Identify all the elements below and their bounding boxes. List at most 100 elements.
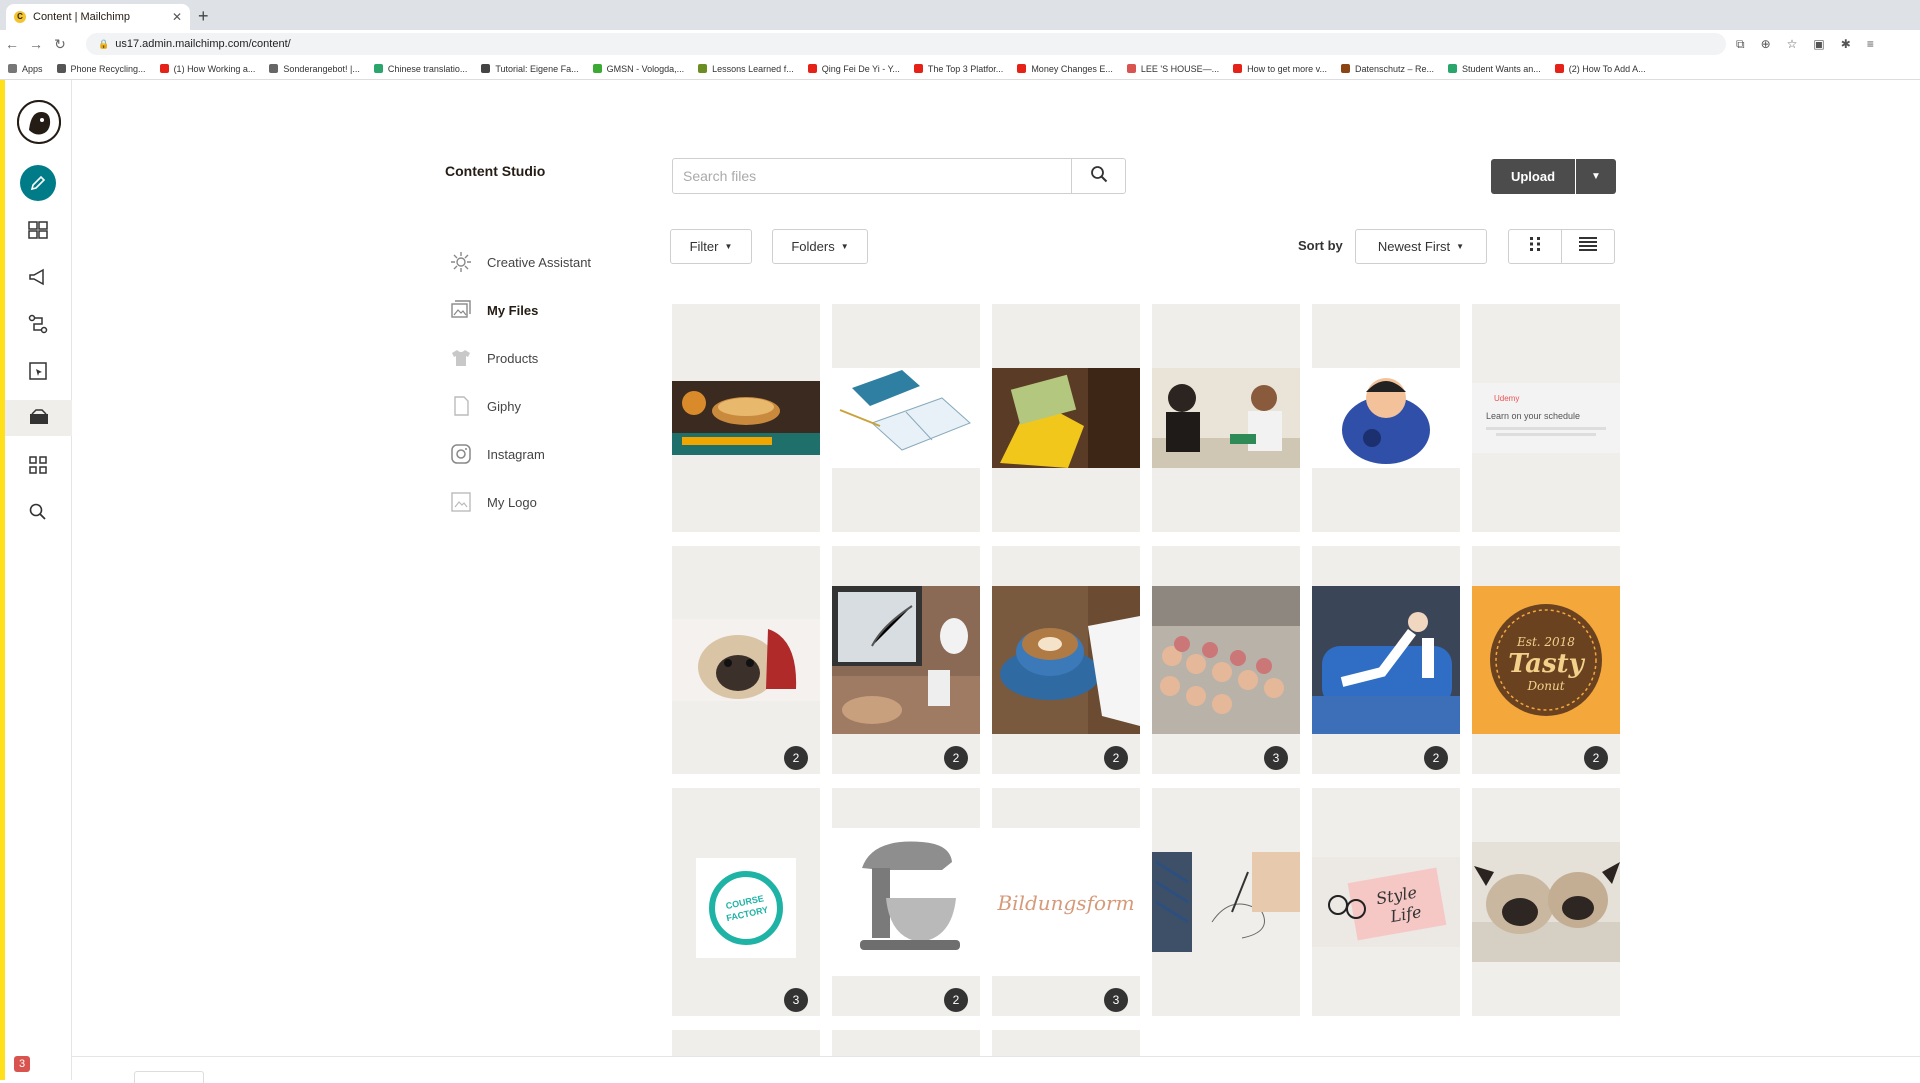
subnav-instagram[interactable]: Instagram: [450, 430, 591, 478]
bookmark-item[interactable]: Qing Fei De Yi - Y...: [807, 64, 900, 74]
extension-icon[interactable]: ▣: [1813, 37, 1824, 52]
file-tile-donuts[interactable]: 3: [1152, 546, 1300, 774]
search-files-input[interactable]: [673, 159, 1071, 193]
grid-view-button[interactable]: [1508, 229, 1562, 264]
integrations-grid-icon[interactable]: [20, 447, 56, 483]
subnav-creative-assistant[interactable]: Creative Assistant: [450, 238, 591, 286]
translate-icon[interactable]: ⧉: [1736, 37, 1745, 52]
thumbnail-image: [1152, 368, 1300, 468]
file-tile-mixer[interactable]: 2: [832, 788, 980, 1016]
sort-dropdown[interactable]: Newest First ▼: [1355, 229, 1487, 264]
content-studio-icon[interactable]: [5, 400, 72, 436]
subnav-products[interactable]: Products: [450, 334, 591, 382]
bookmark-item[interactable]: Money Changes E...: [1017, 64, 1113, 74]
file-tile-tasty[interactable]: Est. 2018 Tasty Donut 2: [1472, 546, 1620, 774]
bookmark-item[interactable]: Tutorial: Eigene Fa...: [481, 64, 579, 74]
create-pencil-button[interactable]: [20, 165, 56, 201]
menu-icon[interactable]: ≡: [1867, 37, 1874, 52]
automations-icon[interactable]: [20, 306, 56, 342]
reload-icon[interactable]: ↻: [48, 36, 72, 53]
svg-text:Learn on your schedule: Learn on your schedule: [1486, 411, 1580, 421]
campaigns-megaphone-icon[interactable]: [20, 259, 56, 295]
file-tile-pug[interactable]: 2: [672, 546, 820, 774]
file-tile-sofa[interactable]: 2: [1312, 546, 1460, 774]
file-tile-pie[interactable]: [672, 304, 820, 532]
bookmark-item[interactable]: (1) How Working a...: [159, 64, 255, 74]
bookmark-label: Sonderangebot! |...: [283, 63, 360, 74]
thumbnail-image: [832, 586, 980, 734]
bookmark-item[interactable]: Student Wants an...: [1448, 64, 1541, 74]
filter-dropdown[interactable]: Filter ▼: [670, 229, 752, 264]
thumbnail-image: [1152, 586, 1300, 734]
search-icon[interactable]: [20, 494, 56, 530]
bookmark-label: Lessons Learned f...: [712, 63, 794, 74]
version-count-badge: 3: [1104, 988, 1128, 1012]
mailchimp-favicon-icon: C: [14, 11, 26, 23]
folders-dropdown[interactable]: Folders ▼: [772, 229, 868, 264]
close-tab-icon[interactable]: ✕: [172, 10, 182, 24]
tab-title: Content | Mailchimp: [33, 11, 131, 23]
subnav-my-files[interactable]: My Files: [450, 286, 591, 334]
file-tile-notebook[interactable]: [832, 304, 980, 532]
search-files-box: [672, 158, 1126, 194]
audience-icon[interactable]: [20, 212, 56, 248]
file-tile-wallet[interactable]: [992, 304, 1140, 532]
file-tile-meeting[interactable]: [1152, 304, 1300, 532]
bookmark-star-icon[interactable]: ☆: [1787, 37, 1798, 52]
bottom-bar: [72, 1056, 1920, 1083]
website-icon[interactable]: [20, 353, 56, 389]
grid-view-icon: [1527, 236, 1543, 257]
bookmark-favicon-icon: [1126, 64, 1136, 73]
bottom-tab[interactable]: [134, 1071, 204, 1083]
bookmark-item[interactable]: (2) How To Add A...: [1554, 64, 1646, 74]
browser-tab[interactable]: C Content | Mailchimp ✕: [6, 4, 190, 30]
browser-tabbar: C Content | Mailchimp ✕ +: [0, 0, 1920, 30]
chevron-down-icon: ▼: [840, 242, 849, 251]
mailchimp-logo-icon[interactable]: [17, 100, 61, 144]
bookmark-favicon-icon: [269, 64, 279, 73]
upload-options-chevron-icon[interactable]: ▼: [1576, 159, 1616, 194]
file-tile-cartoon[interactable]: [1312, 304, 1460, 532]
new-tab-icon[interactable]: +: [198, 6, 209, 27]
bookmark-item[interactable]: LEE 'S HOUSE—...: [1126, 64, 1219, 74]
file-tile-pugs2[interactable]: [1472, 788, 1620, 1016]
thumbnail-image: [832, 828, 980, 976]
bookmark-item[interactable]: Apps: [8, 64, 43, 74]
address-bar[interactable]: 🔒 us17.admin.mailchimp.com/content/: [86, 33, 1726, 55]
forward-icon[interactable]: →: [24, 36, 48, 52]
upload-button[interactable]: Upload: [1491, 159, 1575, 194]
subnav-giphy[interactable]: Giphy: [450, 382, 591, 430]
zoom-icon[interactable]: ⊕: [1761, 37, 1771, 52]
bookmark-item[interactable]: How to get more v...: [1233, 64, 1327, 74]
file-tile-course[interactable]: COURSE FACTORY 3: [672, 788, 820, 1016]
list-view-button[interactable]: [1561, 229, 1615, 264]
file-tile-stylelife[interactable]: Style Life: [1312, 788, 1460, 1016]
bookmark-label: Datenschutz – Re...: [1354, 63, 1435, 74]
bookmark-favicon-icon: [1017, 64, 1027, 73]
bookmark-item[interactable]: Lessons Learned f...: [698, 64, 794, 74]
bookmark-item[interactable]: GMSN - Vologda,...: [592, 64, 684, 74]
svg-text:Donut: Donut: [1526, 679, 1564, 693]
file-tile-udemy[interactable]: Udemy Learn on your schedule: [1472, 304, 1620, 532]
instagram-icon: [450, 443, 472, 465]
bookmark-item[interactable]: Phone Recycling...: [56, 64, 146, 74]
search-button[interactable]: [1071, 159, 1125, 193]
file-tile-drawing[interactable]: [1152, 788, 1300, 1016]
notification-badge[interactable]: 3: [14, 1056, 30, 1072]
bookmark-item[interactable]: Datenschutz – Re...: [1340, 63, 1435, 74]
subnav-my-logo[interactable]: My Logo: [450, 478, 591, 526]
puzzle-icon[interactable]: ✱: [1841, 37, 1851, 52]
bookmark-item[interactable]: The Top 3 Platfor...: [913, 64, 1003, 74]
bookmark-item[interactable]: Chinese translatio...: [373, 64, 467, 74]
thumbnail-image: [992, 368, 1140, 468]
file-tile-laptop[interactable]: 2: [832, 546, 980, 774]
subnav-label: Products: [487, 350, 539, 366]
sparkle-icon: [450, 251, 472, 273]
file-tile-script[interactable]: Bildungsform 3: [992, 788, 1140, 1016]
chevron-down-icon: ▼: [724, 242, 733, 251]
thumbnail-image: StyleLife: [1312, 857, 1460, 947]
version-count-badge: 2: [784, 746, 808, 770]
back-icon[interactable]: ←: [0, 36, 24, 52]
bookmark-item[interactable]: Sonderangebot! |...: [269, 63, 360, 74]
file-tile-coffee[interactable]: 2: [992, 546, 1140, 774]
